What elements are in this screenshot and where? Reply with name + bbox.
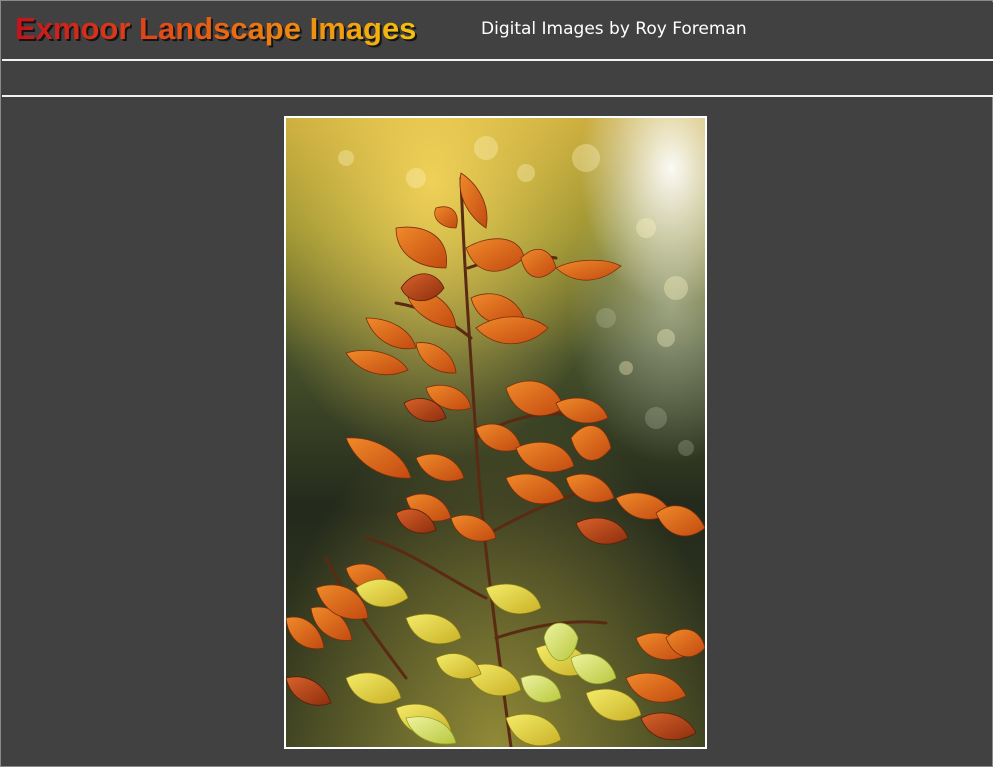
site-title[interactable]: Exmoor Landscape Images bbox=[15, 10, 416, 48]
site-header: Exmoor Landscape Images Digital Images b… bbox=[2, 2, 993, 59]
navigation-bar bbox=[2, 61, 993, 95]
featured-photo[interactable] bbox=[284, 116, 707, 749]
autumn-leaves-image bbox=[286, 118, 705, 747]
page-frame: Exmoor Landscape Images Digital Images b… bbox=[0, 0, 993, 767]
site-subtitle: Digital Images by Roy Foreman bbox=[481, 19, 747, 39]
nav-divider bbox=[2, 95, 993, 97]
